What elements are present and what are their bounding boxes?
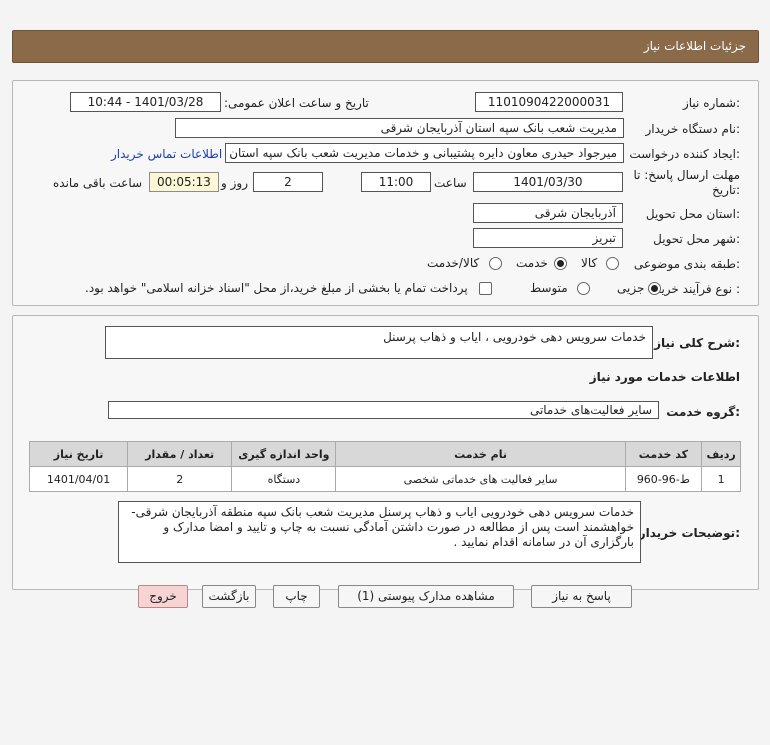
- page-header: جزئیات اطلاعات نیاز: [12, 30, 759, 63]
- need-details-panel: شرح کلی نیاز: خدمات سرویس دهی خودرویی ، …: [12, 315, 759, 590]
- deadline-date-field: 1401/03/30: [473, 172, 623, 192]
- cell-qty: 2: [127, 466, 233, 492]
- service-group-label: گروه خدمت:: [666, 405, 740, 419]
- category-radio-goods[interactable]: [606, 257, 619, 270]
- deadline-label-date: تاریخ:: [712, 183, 740, 197]
- page-title: جزئیات اطلاعات نیاز: [643, 39, 746, 53]
- col-date: تاریخ نیاز: [28, 441, 129, 467]
- exit-button[interactable]: خروج: [138, 585, 188, 608]
- cell-date: 1401/04/01: [28, 466, 129, 492]
- deadline-time-field: 11:00: [361, 172, 431, 192]
- days-field: 2: [253, 172, 323, 192]
- province-field: آذربایجان شرقی: [473, 203, 623, 223]
- summary-label: شرح کلی نیاز:: [654, 336, 740, 350]
- reply-button[interactable]: پاسخ به نیاز: [531, 585, 632, 608]
- col-name: نام خدمت: [335, 441, 626, 467]
- col-code: کد خدمت: [624, 441, 703, 467]
- cell-row: 1: [701, 466, 741, 492]
- print-button[interactable]: چاپ: [273, 585, 320, 608]
- category-option-goods: کالا: [581, 256, 598, 270]
- time-label: ساعت: [434, 176, 467, 190]
- services-heading: اطلاعات خدمات مورد نیاز: [589, 370, 740, 384]
- announce-label: تاریخ و ساعت اعلان عمومی:: [224, 96, 369, 110]
- process-label: نوع فرآیند خرید :: [655, 282, 740, 296]
- process-radio-minor[interactable]: [648, 282, 661, 295]
- announce-field: 1401/03/28 - 10:44: [70, 92, 221, 112]
- creator-label: ایجاد کننده درخواست:: [629, 147, 740, 161]
- process-radio-medium[interactable]: [577, 282, 590, 295]
- buyer-org-field: مدیریت شعب بانک سپه استان آذربایجان شرقی: [175, 118, 624, 138]
- buyer-contact-link[interactable]: اطلاعات تماس خریدار: [111, 147, 222, 161]
- process-option-minor: جزیی: [617, 281, 645, 295]
- remaining-time-field: 00:05:13: [149, 172, 219, 192]
- category-label: طبقه بندی موضوعی:: [633, 257, 740, 271]
- category-radio-service[interactable]: [554, 257, 567, 270]
- need-number-label: شماره نیاز:: [682, 96, 740, 110]
- days-label: روز و: [221, 176, 248, 190]
- cell-unit: دستگاه: [231, 466, 337, 492]
- back-button[interactable]: بازگشت: [202, 585, 256, 608]
- summary-field: خدمات سرویس دهی خودرویی ، ایاب و ذهاب پر…: [105, 326, 653, 359]
- deadline-label: مهلت ارسال پاسخ: تا: [633, 168, 740, 182]
- col-row: ردیف: [701, 441, 741, 467]
- category-radio-goods-service[interactable]: [489, 257, 502, 270]
- service-group-field: سایر فعالیت‌های خدماتی: [108, 401, 659, 419]
- buyer-notes-label: توضیحات خریدار:: [638, 526, 740, 540]
- province-label: استان محل تحویل:: [645, 207, 740, 221]
- page: جزئیات اطلاعات نیاز شماره نیاز: 11010904…: [0, 0, 770, 745]
- process-option-medium: متوسط: [530, 281, 568, 295]
- col-qty: تعداد / مقدار: [127, 441, 233, 467]
- buyer-org-label: نام دستگاه خریدار:: [645, 122, 741, 136]
- need-info-panel: شماره نیاز: 1101090422000031 تاریخ و ساع…: [12, 80, 759, 306]
- services-table: ردیف کد خدمت نام خدمت واحد اندازه گیری ت…: [28, 441, 741, 492]
- remaining-label: ساعت باقی مانده: [53, 176, 143, 190]
- city-field: تبریز: [473, 228, 623, 248]
- creator-field: میرجواد حیدری معاون دایره پشتیبانی و خدم…: [225, 143, 624, 163]
- attachments-button[interactable]: مشاهده مدارک پیوستی (1): [338, 585, 514, 608]
- category-option-goods-service: کالا/خدمت: [427, 256, 480, 270]
- need-number-field: 1101090422000031: [475, 92, 623, 112]
- col-unit: واحد اندازه گیری: [231, 441, 337, 467]
- treasury-note: پرداخت تمام یا بخشی از مبلغ خرید،از محل …: [85, 281, 468, 295]
- buyer-notes-field: خدمات سرویس دهی خودرویی ایاب و ذهاب پرسن…: [118, 501, 641, 563]
- city-label: شهر محل تحویل:: [653, 232, 740, 246]
- treasury-checkbox[interactable]: [479, 282, 492, 295]
- cell-code: ط-96-960: [624, 466, 703, 492]
- cell-name: سایر فعالیت های خدماتی شخصی: [335, 466, 626, 492]
- table-row: 1 ط-96-960 سایر فعالیت های خدماتی شخصی د…: [28, 466, 741, 492]
- table-header-row: ردیف کد خدمت نام خدمت واحد اندازه گیری ت…: [28, 441, 741, 467]
- category-option-service: خدمت: [516, 256, 548, 270]
